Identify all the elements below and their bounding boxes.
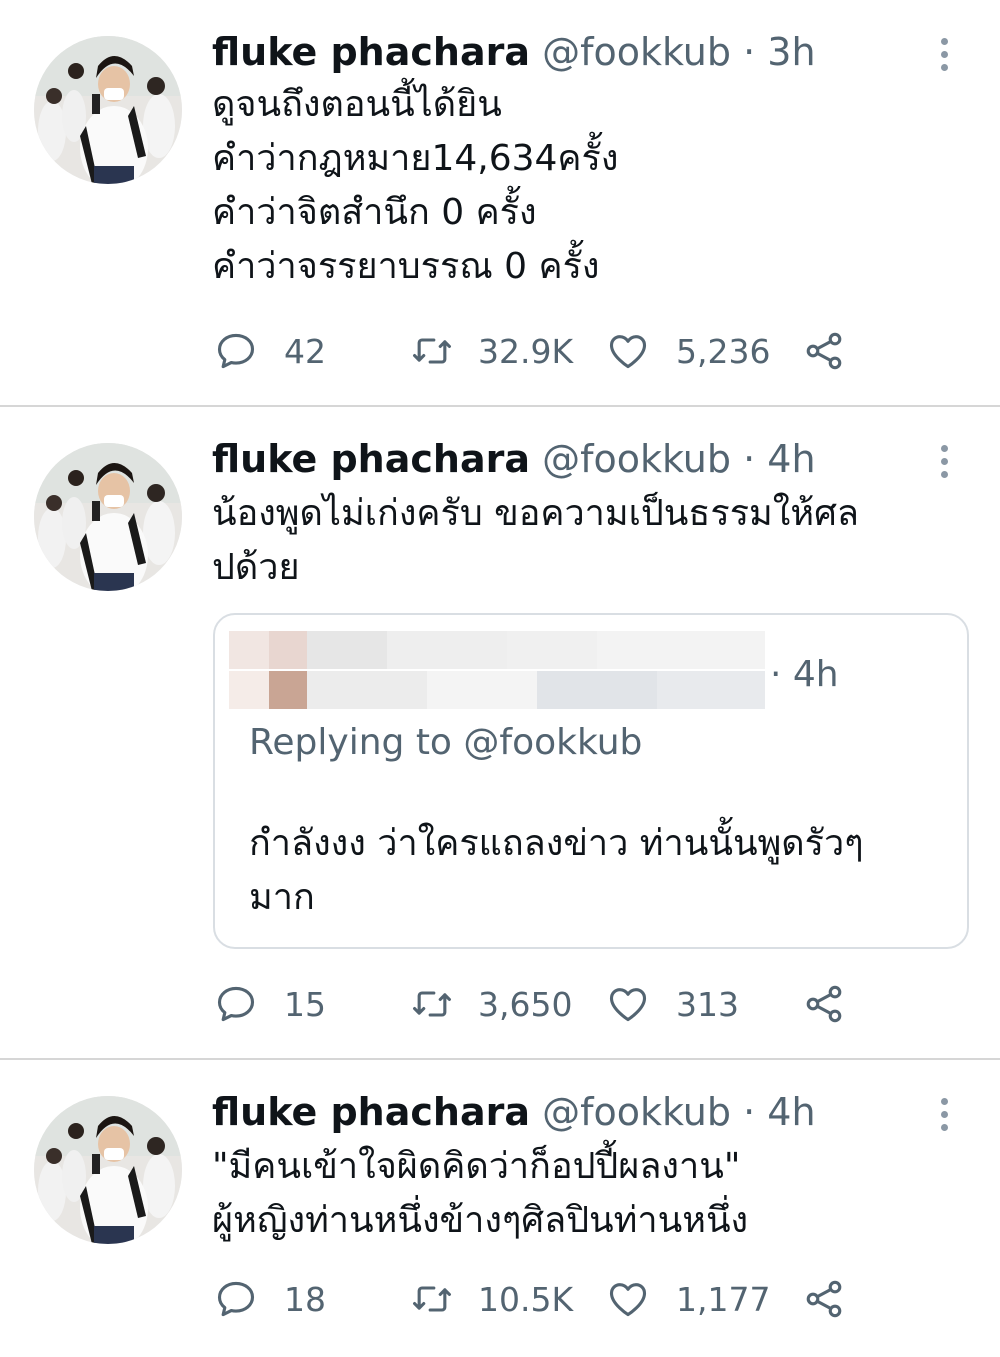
blurred-user-info <box>229 631 765 669</box>
retweet-button[interactable]: 10.5K <box>410 1274 573 1324</box>
quoted-tweet-time[interactable]: · 4h <box>770 651 839 699</box>
like-count: 313 <box>676 984 739 1024</box>
tweet[interactable]: fluke phachara @fookkub · 4h น้องพูดไม่เ… <box>0 407 1000 1057</box>
share-button[interactable] <box>802 979 872 1029</box>
reply-count: 18 <box>284 1279 326 1319</box>
tweet[interactable]: fluke phachara @fookkub · 4h "มีคนเข้าใจ… <box>0 1060 1000 1357</box>
avatar-image <box>34 443 182 591</box>
tweet-actions: 15 3,650 313 <box>214 979 914 1029</box>
replying-to[interactable]: Replying to @fookkub <box>249 719 642 767</box>
avatar[interactable] <box>34 36 182 184</box>
heart-icon <box>606 982 650 1026</box>
tweet-text-line: น้องพูดไม่เก่งครับ ขอความเป็นธรรมให้ศล <box>212 493 859 534</box>
tweet-actions: 18 10.5K 1,177 <box>214 1274 914 1324</box>
tweet-text-line: คำว่ากฎหมาย14,634ครั้ง <box>212 138 619 179</box>
like-button[interactable]: 1,177 <box>606 1274 770 1324</box>
more-vertical-icon[interactable] <box>932 441 956 481</box>
quoted-text-line: กำลังงง ว่าใครแถลงข่าว ท่านนั้นพูดรัวๆ <box>249 823 864 864</box>
display-name[interactable]: fluke phachara <box>212 30 530 74</box>
avatar-image <box>34 1096 182 1244</box>
reply-button[interactable]: 42 <box>214 326 326 376</box>
retweet-count: 10.5K <box>478 1279 574 1319</box>
reply-icon <box>214 982 258 1026</box>
tweet-text-line: ผู้หญิงท่านหนึ่งข้างๆศิลปินท่านหนึ่ง <box>212 1200 749 1241</box>
tweet-text-line: ปด้วย <box>212 547 300 588</box>
like-button[interactable]: 313 <box>606 979 739 1029</box>
like-button[interactable]: 5,236 <box>606 326 770 376</box>
reply-button[interactable]: 15 <box>214 979 326 1029</box>
user-handle[interactable]: @fookkub <box>542 30 731 74</box>
reply-icon <box>214 1277 258 1321</box>
tweet-time[interactable]: · 4h <box>743 1090 815 1134</box>
share-icon <box>802 982 846 1026</box>
retweet-icon <box>410 329 454 373</box>
avatar-image <box>34 36 182 184</box>
reply-count: 15 <box>284 984 326 1024</box>
display-name[interactable]: fluke phachara <box>212 1090 530 1134</box>
like-count: 1,177 <box>676 1279 771 1319</box>
retweet-count: 32.9K <box>478 331 574 371</box>
tweet-header: fluke phachara @fookkub · 4h <box>212 435 816 483</box>
tweet-header: fluke phachara @fookkub · 4h <box>212 1088 816 1136</box>
tweet-text: น้องพูดไม่เก่งครับ ขอความเป็นธรรมให้ศล ป… <box>212 487 982 595</box>
display-name[interactable]: fluke phachara <box>212 437 530 481</box>
tweet-text-line: คำว่าจรรยาบรรณ 0 ครั้ง <box>212 246 600 287</box>
tweet-text-line: "มีคนเข้าใจผิดคิดว่าก็อปปี้ผลงาน" <box>212 1146 741 1187</box>
blurred-user-info <box>229 671 765 709</box>
share-button[interactable] <box>802 1274 872 1324</box>
tweet-text: ดูจนถึงตอนนี้ได้ยิน คำว่ากฎหมาย14,634ครั… <box>212 78 982 294</box>
heart-icon <box>606 1277 650 1321</box>
quoted-tweet[interactable]: · 4h Replying to @fookkub กำลังงง ว่าใคร… <box>213 613 969 949</box>
share-icon <box>802 1277 846 1321</box>
user-handle[interactable]: @fookkub <box>542 437 731 481</box>
tweet-text-line: คำว่าจิตสำนึก 0 ครั้ง <box>212 192 537 233</box>
tweet-text: "มีคนเข้าใจผิดคิดว่าก็อปปี้ผลงาน" ผู้หญิ… <box>212 1140 982 1248</box>
avatar[interactable] <box>34 443 182 591</box>
more-vertical-icon[interactable] <box>932 1094 956 1134</box>
tweet-time[interactable]: · 4h <box>743 437 815 481</box>
tweet-time[interactable]: · 3h <box>743 30 815 74</box>
heart-icon <box>606 329 650 373</box>
tweet-header: fluke phachara @fookkub · 3h <box>212 28 816 76</box>
tweet[interactable]: fluke phachara @fookkub · 3h ดูจนถึงตอนน… <box>0 0 1000 404</box>
quoted-tweet-text: กำลังงง ว่าใครแถลงข่าว ท่านนั้นพูดรัวๆ ม… <box>249 817 949 925</box>
share-icon <box>802 329 846 373</box>
reply-icon <box>214 329 258 373</box>
like-count: 5,236 <box>676 331 771 371</box>
retweet-button[interactable]: 3,650 <box>410 979 572 1029</box>
user-handle[interactable]: @fookkub <box>542 1090 731 1134</box>
quoted-text-line: มาก <box>249 877 315 918</box>
tweet-text-line: ดูจนถึงตอนนี้ได้ยิน <box>212 84 502 125</box>
reply-count: 42 <box>284 331 326 371</box>
retweet-icon <box>410 1277 454 1321</box>
tweet-actions: 42 32.9K 5,236 <box>214 326 914 376</box>
retweet-count: 3,650 <box>478 984 573 1024</box>
more-vertical-icon[interactable] <box>932 34 956 74</box>
share-button[interactable] <box>802 326 872 376</box>
avatar[interactable] <box>34 1096 182 1244</box>
retweet-icon <box>410 982 454 1026</box>
reply-button[interactable]: 18 <box>214 1274 326 1324</box>
retweet-button[interactable]: 32.9K <box>410 326 573 376</box>
